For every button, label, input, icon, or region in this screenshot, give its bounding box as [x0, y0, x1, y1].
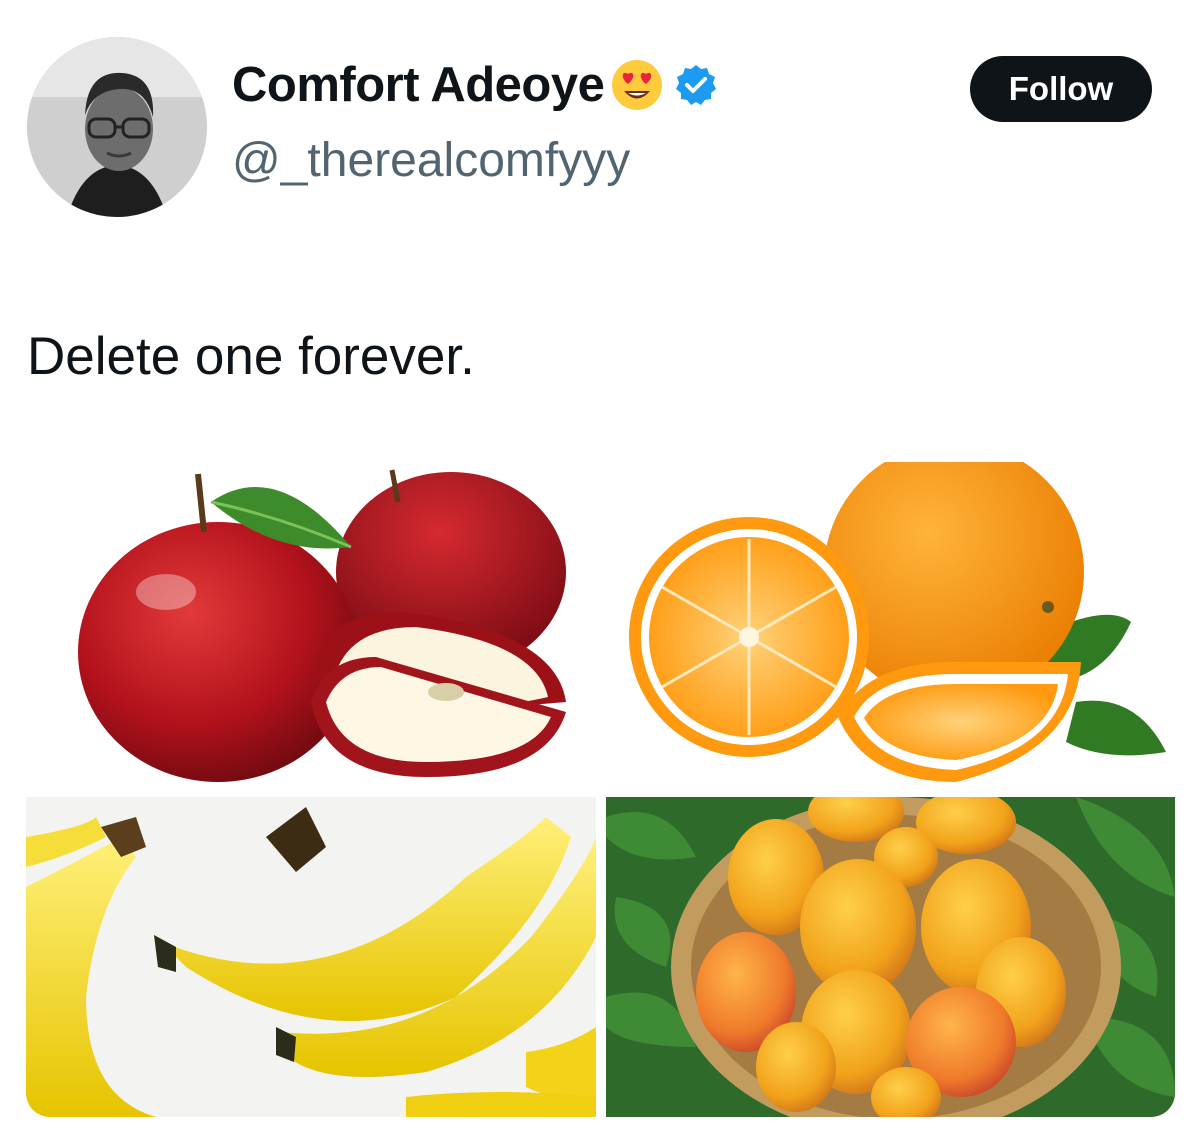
heart-eyes-emoji-icon: [612, 60, 663, 110]
author-display-name[interactable]: Comfort Adeoye: [232, 60, 605, 110]
author-handle[interactable]: @_therealcomfyyy: [232, 137, 630, 185]
oranges-image: [606, 462, 1175, 787]
author-avatar[interactable]: [27, 37, 207, 217]
media-image-bananas[interactable]: [26, 797, 596, 1117]
media-image-oranges[interactable]: [606, 462, 1175, 787]
verified-badge-icon[interactable]: [674, 63, 718, 107]
follow-button[interactable]: Follow: [970, 56, 1152, 122]
author-name-row[interactable]: Comfort Adeoye: [232, 58, 718, 112]
apples-image: [26, 462, 596, 787]
avatar-image: [27, 37, 207, 217]
media-image-mangoes[interactable]: [606, 797, 1175, 1117]
media-image-apples[interactable]: [26, 462, 596, 787]
tweet-text: Delete one forever.: [27, 327, 475, 386]
bananas-image: [26, 797, 596, 1117]
mangoes-image: [606, 797, 1175, 1117]
